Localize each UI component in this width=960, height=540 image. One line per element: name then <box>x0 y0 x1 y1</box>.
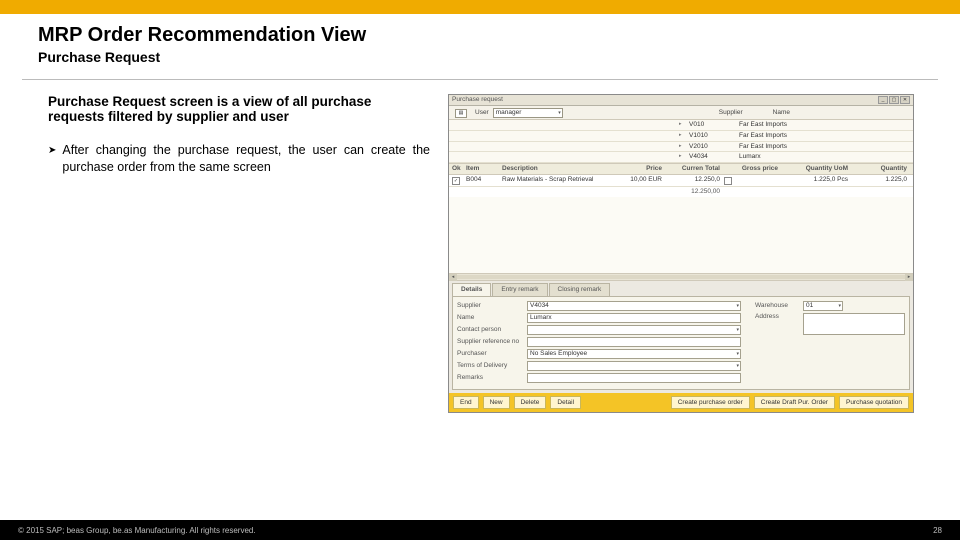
col-price: Price <box>612 165 666 173</box>
expand-icon[interactable]: ▸ <box>679 121 689 129</box>
purchaser-field[interactable]: No Sales Employee <box>527 349 741 359</box>
name-filter-label: Name <box>773 109 790 117</box>
col-curren-total: Curren Total <box>666 165 724 173</box>
terms-label: Terms of Delivery <box>457 362 527 370</box>
create-purchase-order-button[interactable]: Create purchase order <box>671 396 750 410</box>
slide-subtitle: Purchase Request <box>38 49 960 65</box>
copyright-text: © 2015 SAP; beas Group, be.as Manufactur… <box>18 526 256 535</box>
user-label: User <box>475 109 489 117</box>
address-field[interactable] <box>803 313 905 335</box>
supplier-label: Supplier <box>457 302 527 310</box>
grid-sum-value: 12.250,00 <box>666 188 724 196</box>
warehouse-label: Warehouse <box>755 302 803 310</box>
window-title: Purchase request <box>452 96 877 104</box>
bullet-item: ➤ After changing the purchase request, t… <box>48 142 430 176</box>
bullet-text: After changing the purchase request, the… <box>62 142 430 176</box>
name-label: Name <box>457 314 527 322</box>
tab-details[interactable]: Details <box>452 283 491 296</box>
expand-icon[interactable]: ▸ <box>679 132 689 140</box>
cell-total: 12.250,0 <box>666 176 724 185</box>
col-qty-uom: Quantity UoM <box>782 165 852 173</box>
supplier-row[interactable]: ▸V010Far East Imports <box>449 120 913 131</box>
horizontal-scrollbar[interactable]: ◂ ▸ <box>449 273 913 280</box>
contact-label: Contact person <box>457 326 527 334</box>
filter-bar: ▤ User manager Supplier Name <box>449 106 913 120</box>
maximize-icon[interactable]: ▢ <box>889 96 899 104</box>
item-row[interactable]: ✓ B004 Raw Materials - Scrap Retrieval 1… <box>449 175 913 187</box>
purchase-quotation-button[interactable]: Purchase quotation <box>839 396 909 410</box>
user-select[interactable]: manager <box>493 108 563 118</box>
items-grid-header: Ok Item Description Price Curren Total G… <box>449 163 913 175</box>
cell-item: B004 <box>466 176 502 185</box>
page-number: 28 <box>933 526 942 535</box>
supplier-ref-label: Supplier reference no <box>457 338 527 346</box>
app-screenshot: Purchase request _ ▢ ✕ ▤ User manager Su… <box>448 94 918 413</box>
supplier-row[interactable]: ▸V4034Lumarx <box>449 152 913 163</box>
supplier-field[interactable]: V4034 <box>527 301 741 311</box>
grid-empty-area <box>449 197 913 273</box>
scroll-left-icon[interactable]: ◂ <box>449 274 457 281</box>
tab-closing-remark[interactable]: Closing remark <box>549 283 611 296</box>
contact-field[interactable] <box>527 325 741 335</box>
expand-icon[interactable]: ▸ <box>679 153 689 161</box>
col-description: Description <box>502 165 612 173</box>
purchaser-label: Purchaser <box>457 350 527 358</box>
supplier-filter-label: Supplier <box>719 109 743 117</box>
detail-button[interactable]: Detail <box>550 396 581 410</box>
details-panel: SupplierV4034 NameLumarx Contact person … <box>452 296 910 390</box>
name-field[interactable]: Lumarx <box>527 313 741 323</box>
supplier-list: ▸V010Far East Imports ▸V1010Far East Imp… <box>449 120 913 163</box>
col-ok: Ok <box>452 165 466 173</box>
cell-price: 10,00 EUR <box>612 176 666 185</box>
warehouse-field[interactable]: 01 <box>803 301 843 311</box>
slide-accent-bar <box>0 0 960 14</box>
slide-heading-block: MRP Order Recommendation View Purchase R… <box>0 14 960 71</box>
col-gross-price: Gross price <box>724 165 782 173</box>
close-icon[interactable]: ✕ <box>900 96 910 104</box>
minimize-icon[interactable]: _ <box>878 96 888 104</box>
window-titlebar: Purchase request _ ▢ ✕ <box>449 95 913 106</box>
tab-entry-remark[interactable]: Entry remark <box>492 283 547 296</box>
grid-sum-row: 12.250,00 <box>449 187 913 197</box>
slide-footer: © 2015 SAP; beas Group, be.as Manufactur… <box>0 520 960 540</box>
supplier-ref-field[interactable] <box>527 337 741 347</box>
filter-toggle-icon[interactable]: ▤ <box>455 109 467 118</box>
supplier-row[interactable]: ▸V2010Far East Imports <box>449 142 913 153</box>
slide-intro: Purchase Request screen is a view of all… <box>48 94 430 124</box>
remarks-field[interactable] <box>527 373 741 383</box>
slide-title: MRP Order Recommendation View <box>38 24 960 47</box>
supplier-row[interactable]: ▸V1010Far East Imports <box>449 131 913 142</box>
remarks-label: Remarks <box>457 374 527 382</box>
col-quantity: Quantity <box>852 165 910 173</box>
scroll-right-icon[interactable]: ▸ <box>905 274 913 281</box>
col-item: Item <box>466 165 502 173</box>
address-label: Address <box>755 313 803 321</box>
end-button[interactable]: End <box>453 396 479 410</box>
row-checkbox[interactable]: ✓ <box>452 177 460 185</box>
detail-tabs: Details Entry remark Closing remark <box>449 280 913 296</box>
expand-icon[interactable]: ▸ <box>679 143 689 151</box>
cell-quantity: 1.225,0 <box>852 176 910 185</box>
cell-description: Raw Materials - Scrap Retrieval <box>502 176 612 185</box>
gross-checkbox[interactable] <box>724 177 732 185</box>
cell-qty-uom: 1.225,0 Pcs <box>782 176 852 185</box>
terms-field[interactable] <box>527 361 741 371</box>
action-button-bar: End New Delete Detail Create purchase or… <box>449 393 913 413</box>
chevron-right-icon: ➤ <box>48 144 56 176</box>
new-button[interactable]: New <box>483 396 510 410</box>
delete-button[interactable]: Delete <box>514 396 547 410</box>
create-draft-po-button[interactable]: Create Draft Pur. Order <box>754 396 835 410</box>
